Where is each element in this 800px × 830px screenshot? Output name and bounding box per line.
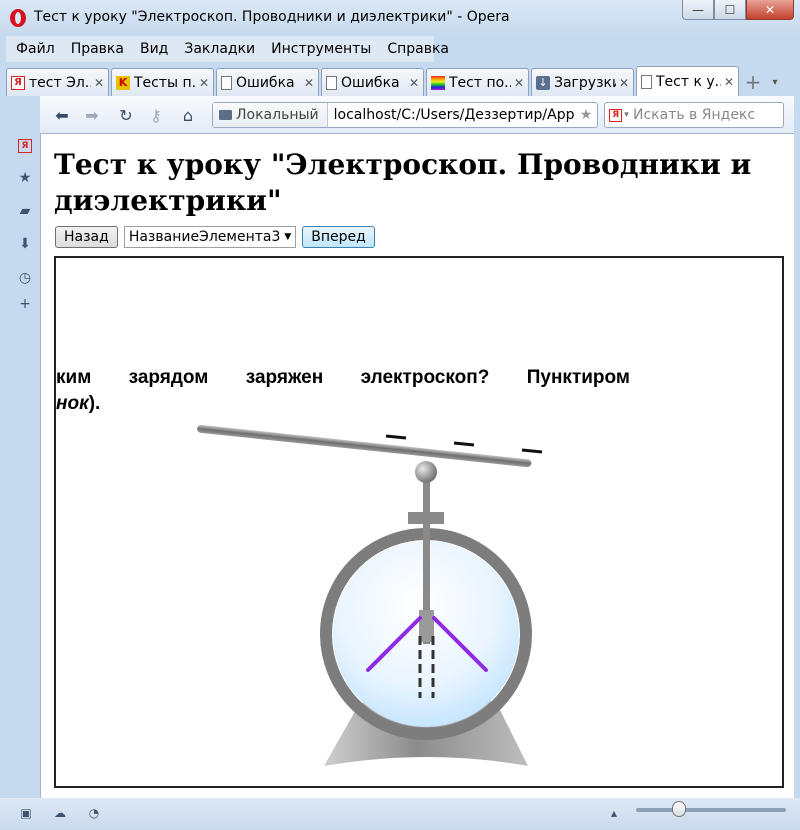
question-frame: ким зарядом заряжен электроскоп? Пунктир… — [54, 256, 784, 788]
rainbow-icon — [431, 75, 445, 90]
address-bar[interactable]: Локальный localhost/C:/Users/Деззертир/A… — [212, 102, 598, 128]
maximize-button[interactable]: ☐ — [714, 0, 746, 20]
document-icon — [221, 75, 232, 90]
status-bar: ▣ ☁ ◔ ▴ — [0, 798, 800, 830]
minimize-button[interactable]: — — [682, 0, 714, 20]
forward-arrow-icon[interactable]: ➡ — [82, 105, 102, 125]
tab-label: Тест к у... — [656, 73, 721, 90]
tab-5[interactable]: Тест по... ✕ — [426, 68, 529, 96]
tab-label: Загрузки — [554, 74, 616, 91]
computer-icon — [219, 110, 232, 120]
test-navigation: Назад НазваниеЭлемента3 ▼ Вперед — [55, 226, 381, 248]
minus-charge-3 — [521, 448, 543, 454]
new-tab-plus-icon[interactable]: + — [741, 68, 765, 96]
zoom-slider-thumb[interactable] — [672, 801, 686, 817]
tab-3[interactable]: Ошибка ✕ — [216, 68, 319, 96]
bookmark-star-icon[interactable]: ★ — [575, 107, 597, 123]
forward-button[interactable]: Вперед — [302, 226, 375, 248]
search-engine-selector[interactable]: Я ▾ — [605, 103, 633, 127]
window-controls: — ☐ ✕ — [682, 0, 794, 22]
menu-file[interactable]: Файл — [16, 41, 55, 57]
window-title: Тест к уроку "Электроскоп. Проводники и … — [34, 9, 510, 25]
tab-6[interactable]: ↓ Загрузки ✕ — [531, 68, 634, 96]
tab-close-icon[interactable]: ✕ — [199, 76, 209, 90]
page-content: Тест к уроку "Электроскоп. Проводники и … — [40, 134, 794, 798]
add-panel-plus-icon[interactable]: + — [17, 296, 33, 312]
tab-4[interactable]: Ошибка ✕ — [321, 68, 424, 96]
notes-icon[interactable]: ▰ — [17, 203, 33, 219]
search-input[interactable]: Искать в Яндекс — [633, 107, 755, 123]
zoom-slider-track[interactable] — [636, 808, 786, 812]
back-arrow-icon[interactable]: ⬅ — [52, 105, 72, 125]
download-icon: ↓ — [536, 75, 550, 90]
back-button[interactable]: Назад — [55, 226, 118, 248]
minus-charge-1 — [385, 434, 407, 440]
navigation-bar: ⬅ ➡ ↻ ⚷ ⌂ Локальный localhost/C:/Users/Д… — [40, 96, 794, 134]
element-select-value: НазваниеЭлемента3 — [128, 229, 281, 245]
k-icon: K — [116, 75, 130, 90]
reload-icon[interactable]: ↻ — [116, 105, 136, 125]
tab-bar: Я тест Эл... ✕ K Тесты п... ✕ Ошибка ✕ О… — [6, 66, 794, 96]
bookmarks-star-icon[interactable]: ★ — [17, 170, 33, 186]
search-box[interactable]: Я ▾ Искать в Яндекс — [604, 102, 784, 128]
tab-label: Ошибка — [341, 74, 400, 91]
tab-close-icon[interactable]: ✕ — [94, 76, 104, 90]
yandex-icon: Я — [609, 108, 623, 122]
tab-list-chevron-icon[interactable]: ▾ — [765, 68, 785, 96]
minus-charge-2 — [453, 441, 475, 447]
menu-edit[interactable]: Правка — [71, 41, 124, 57]
menu-bar: Файл Правка Вид Закладки Инструменты Спр… — [6, 36, 449, 62]
electroscope-ball — [415, 461, 437, 483]
yandex-icon: Я — [11, 75, 25, 90]
charged-rod — [197, 424, 532, 468]
opera-logo-icon[interactable] — [10, 9, 26, 27]
title-bar: Тест к уроку "Электроскоп. Проводники и … — [0, 0, 800, 36]
document-icon — [641, 74, 652, 89]
tab-close-icon[interactable]: ✕ — [514, 76, 524, 90]
panel-sidebar: Я ★ ▰ ⬇ ◷ + — [6, 134, 40, 798]
element-select[interactable]: НазваниеЭлемента3 ▼ — [123, 226, 297, 248]
menu-tools[interactable]: Инструменты — [271, 41, 371, 57]
menu-help[interactable]: Справка — [387, 41, 449, 57]
tab-1[interactable]: Я тест Эл... ✕ — [6, 68, 109, 96]
tab-label: тест Эл... — [29, 74, 91, 91]
tab-close-icon[interactable]: ✕ — [409, 76, 419, 90]
menu-bookmarks[interactable]: Закладки — [184, 41, 255, 57]
home-icon[interactable]: ⌂ — [178, 105, 198, 125]
page-title: Тест к уроку "Электроскоп. Проводники и … — [54, 148, 752, 217]
document-icon — [326, 75, 337, 90]
chevron-down-icon: ▼ — [284, 232, 292, 242]
panel-toggle-icon[interactable]: ▣ — [18, 805, 34, 821]
menu-view[interactable]: Вид — [140, 41, 168, 57]
electroscope-illustration — [197, 424, 543, 766]
local-badge-label: Локальный — [236, 107, 319, 123]
tab-2[interactable]: K Тесты п... ✕ — [111, 68, 214, 96]
tab-close-icon[interactable]: ✕ — [304, 76, 314, 90]
downloads-icon[interactable]: ⬇ — [17, 236, 33, 252]
zoom-menu-icon[interactable]: ▴ — [606, 805, 622, 821]
speed-dial-icon[interactable]: ◔ — [86, 805, 102, 821]
close-window-button[interactable]: ✕ — [746, 0, 794, 20]
yandex-icon: Я — [18, 139, 32, 153]
url-input[interactable]: localhost/C:/Users/Деззертир/AppD — [328, 107, 575, 123]
tab-7-active[interactable]: Тест к у... ✕ — [636, 66, 739, 96]
local-badge[interactable]: Локальный — [213, 103, 328, 127]
tab-close-icon[interactable]: ✕ — [724, 75, 734, 89]
tab-label: Тест по... — [449, 74, 511, 91]
history-clock-icon[interactable]: ◷ — [17, 270, 33, 286]
tab-label: Тесты п... — [134, 74, 196, 91]
key-icon[interactable]: ⚷ — [146, 105, 166, 125]
tab-label: Ошибка — [236, 74, 295, 91]
tab-close-icon[interactable]: ✕ — [619, 76, 629, 90]
cloud-icon[interactable]: ☁ — [52, 805, 68, 821]
sidebar-yandex-icon[interactable]: Я — [17, 138, 33, 154]
